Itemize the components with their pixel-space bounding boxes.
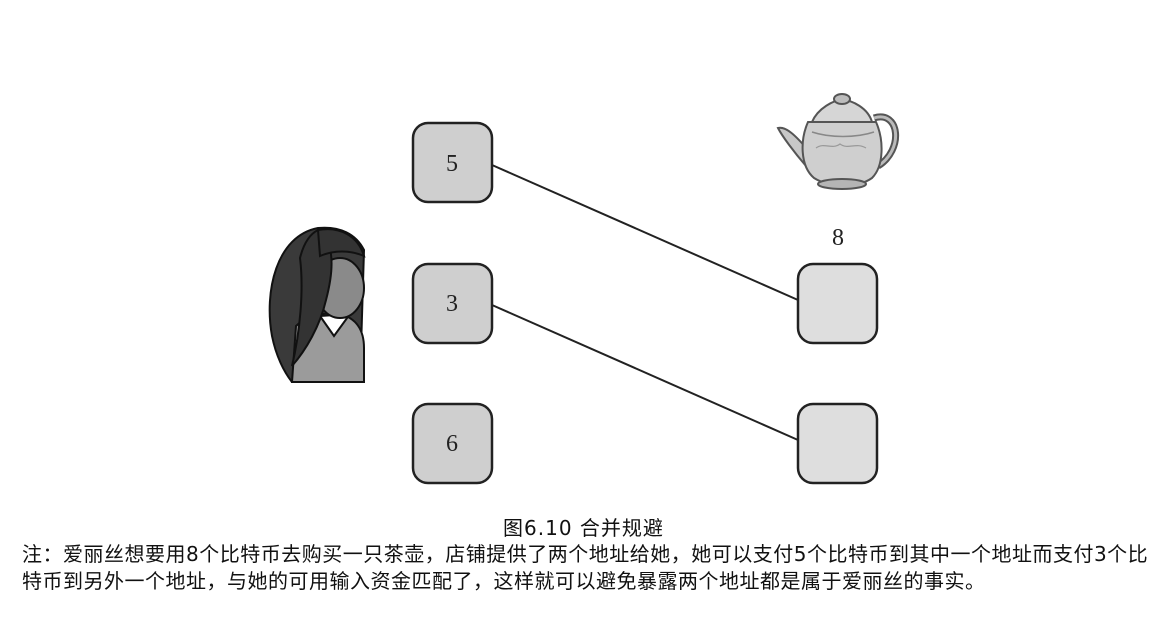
input-box-1-label: 5 (446, 151, 458, 177)
figure-caption: 图6.10 合并规避 (503, 516, 664, 540)
output-box-2 (796, 402, 879, 485)
output-box-1 (796, 262, 879, 345)
merge-avoidance-diagram: 5 3 6 8 (268, 93, 899, 485)
teapot-icon (776, 93, 899, 190)
input-box-3-label: 6 (446, 431, 458, 457)
input-box-2-label: 3 (446, 291, 458, 317)
input-box-2: 3 (411, 262, 494, 345)
connector-3-to-output-2 (491, 304, 799, 441)
connector-5-to-output-1 (491, 164, 799, 301)
price-label: 8 (832, 225, 844, 251)
input-box-1: 5 (411, 121, 494, 204)
woman-avatar-icon (268, 226, 366, 383)
figure-note: 注：爱丽丝想要用8个比特币去购买一只茶壶，店铺提供了两个地址给她，她可以支付5个… (22, 542, 1149, 593)
input-box-3: 6 (411, 402, 494, 485)
